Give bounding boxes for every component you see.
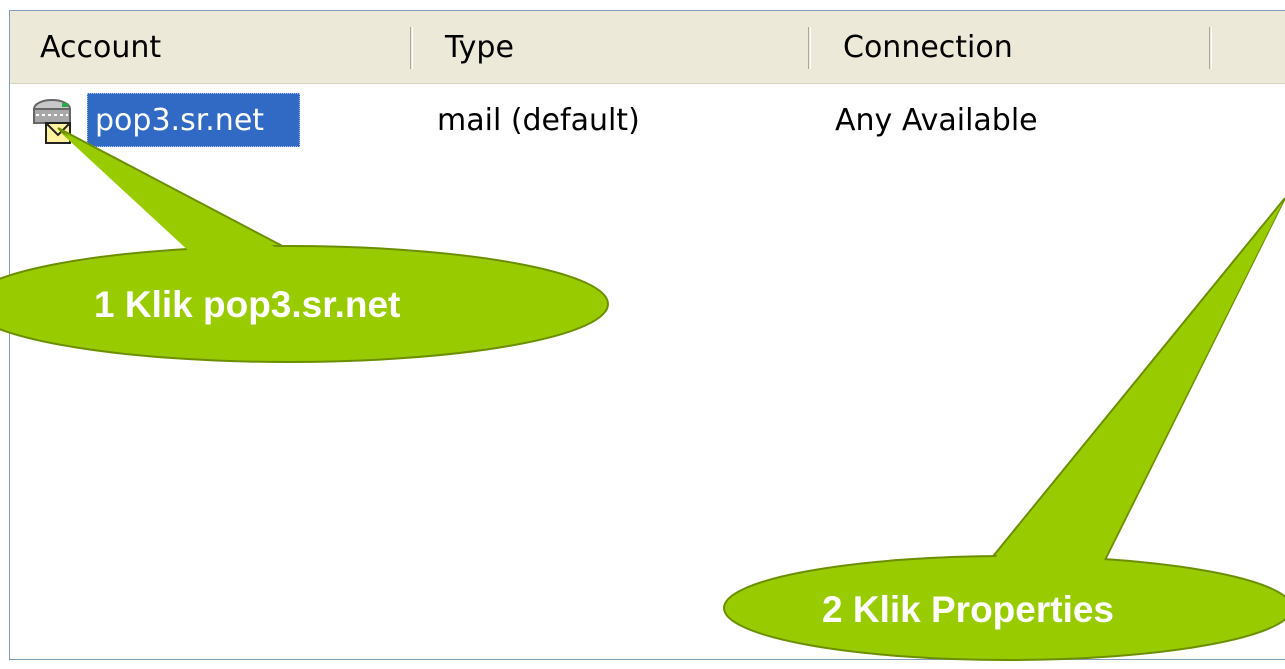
callout-step1-shape [0, 127, 609, 363]
callout-step2: 2 Klik Properties [822, 589, 1115, 630]
callout-layer [0, 127, 1285, 661]
callout-step1: 1 Klik pop3.sr.net [94, 284, 401, 325]
